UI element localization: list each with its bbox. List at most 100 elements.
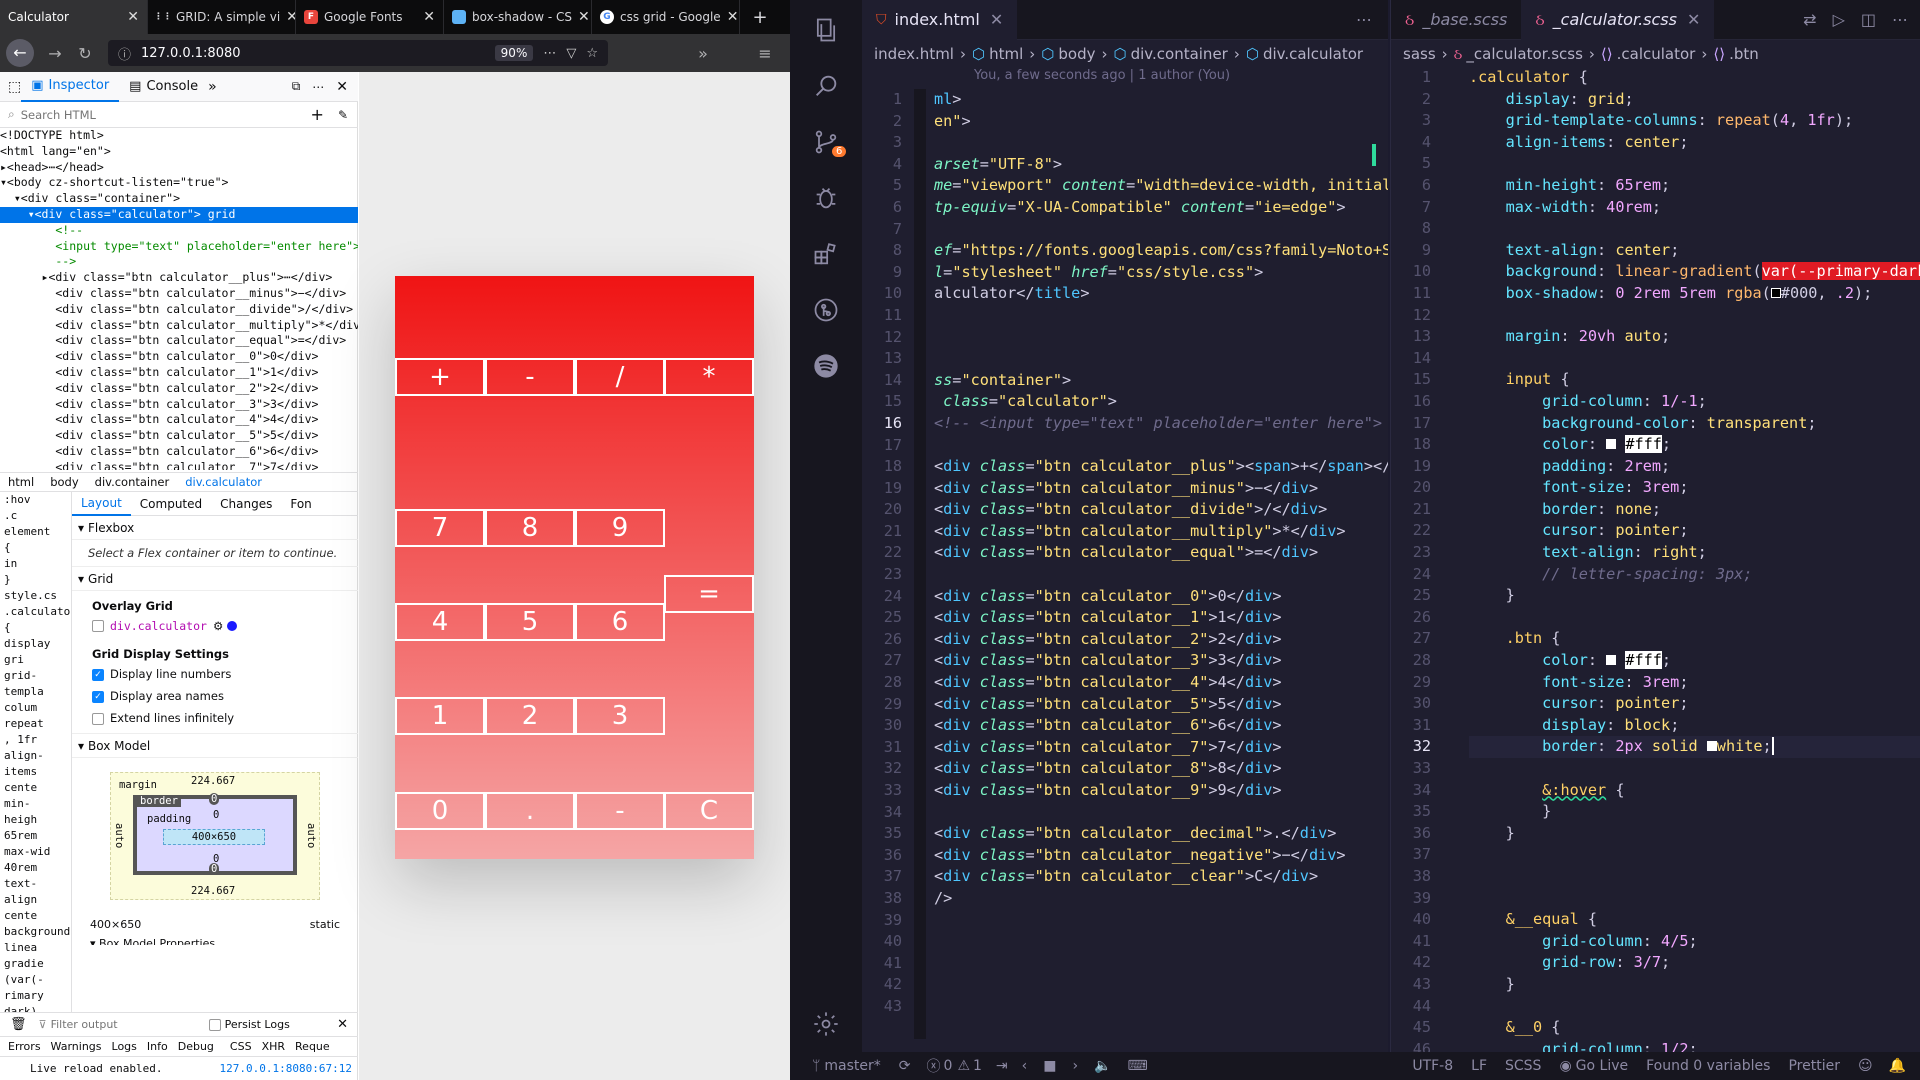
checkbox-checked[interactable]: ✓ [92, 690, 104, 703]
forward-icon[interactable]: → [42, 44, 68, 63]
tree-node[interactable]: ▸<head>⋯</head> [0, 160, 358, 176]
filter-errors[interactable]: Errors [8, 1040, 41, 1053]
tree-node[interactable]: <input type="text" placeholder="enter he… [0, 239, 358, 255]
breadcrumb-item[interactable]: index.html [874, 45, 954, 63]
eyedropper-icon[interactable]: ✎ [338, 108, 348, 122]
flexbox-section-header[interactable]: ▾ Flexbox [72, 516, 358, 540]
breadcrumb-item[interactable]: .calculator [1617, 45, 1696, 63]
tree-node[interactable]: --> [0, 254, 358, 270]
setting-extend-lines[interactable]: Extend lines infinitely [72, 707, 358, 734]
breadcrumb-item[interactable]: div.calculator [185, 475, 262, 489]
compare-icon[interactable]: ⇄ [1803, 10, 1816, 29]
tree-node[interactable]: ▾<body cz-shortcut-listen="true"> [0, 175, 358, 191]
filter-logs[interactable]: Logs [112, 1040, 137, 1053]
language-mode[interactable]: SCSS [1505, 1058, 1541, 1074]
breadcrumb-item[interactable]: html [8, 475, 34, 489]
breadcrumb-item[interactable]: _calculator.scss [1466, 45, 1583, 63]
digit-9-button[interactable]: 9 [575, 509, 665, 547]
error-icon[interactable]: ⓧ [927, 1056, 941, 1076]
minus-button[interactable]: - [485, 358, 575, 396]
tab-index-html[interactable]: ⛉ index.html ✕ [862, 0, 1018, 40]
margin-left-value[interactable]: auto [113, 823, 125, 848]
run-icon[interactable]: ▷ [1833, 10, 1845, 29]
filter-info[interactable]: Info [147, 1040, 168, 1053]
menu-icon[interactable]: ≡ [752, 44, 778, 63]
encoding[interactable]: UTF-8 [1412, 1058, 1453, 1074]
element-picker-icon[interactable]: ⬚ [8, 79, 21, 95]
digit-1-button[interactable]: 1 [395, 697, 485, 735]
tree-node[interactable]: ▸<div class="btn calculator__plus">⋯</di… [0, 270, 358, 286]
tree-node[interactable]: <div class="btn calculator__3">3</div> [0, 397, 358, 413]
page-actions-icon[interactable]: ⋯ [543, 46, 556, 61]
variables-status[interactable]: Found 0 variables [1646, 1058, 1770, 1074]
filter-requests[interactable]: Reque [295, 1040, 330, 1053]
filter-css[interactable]: CSS [230, 1040, 252, 1053]
more-actions-icon[interactable]: ⋯ [1356, 10, 1372, 29]
keyboard-icon[interactable]: ⌨ [1128, 1058, 1148, 1074]
checkbox-checked[interactable]: ✓ [92, 668, 104, 681]
close-icon[interactable]: ✕ [1687, 10, 1700, 29]
overlay-checkbox[interactable] [92, 620, 104, 632]
breadcrumb-item[interactable]: body [1058, 45, 1095, 63]
chevron-left-icon[interactable]: ‹ [1022, 1058, 1028, 1074]
color-swatch[interactable] [227, 621, 238, 631]
divide-button[interactable]: / [575, 358, 665, 396]
error-count[interactable]: 0 [944, 1058, 953, 1074]
close-icon[interactable]: ✕ [280, 9, 295, 25]
setting-area-names[interactable]: ✓ Display area names [72, 685, 358, 707]
close-icon[interactable]: ✕ [121, 9, 139, 25]
margin-right-value[interactable]: auto [305, 823, 317, 848]
reload-icon[interactable]: ↻ [72, 44, 98, 63]
debug-icon[interactable] [790, 170, 862, 226]
setting-line-numbers[interactable]: ✓ Display line numbers [72, 663, 358, 685]
volume-icon[interactable]: 🔈 [1094, 1058, 1111, 1074]
console-filter-input[interactable] [50, 1018, 201, 1031]
decimal-button[interactable]: . [485, 792, 575, 830]
html-search-input[interactable] [20, 107, 281, 122]
close-icon[interactable]: ✕ [990, 10, 1003, 29]
content-box[interactable]: 400×650 [163, 829, 265, 845]
go-live-button[interactable]: Go Live [1576, 1058, 1628, 1074]
tree-node[interactable]: <div class="btn calculator__4">4</div> [0, 412, 358, 428]
multiply-button[interactable]: * [664, 358, 754, 396]
branch-name[interactable]: master* [824, 1058, 880, 1074]
border-bottom-value[interactable]: 0 [209, 863, 220, 875]
warning-count[interactable]: 1 [973, 1058, 982, 1074]
browser-tab-grid[interactable]: ⋮⋮ GRID: A simple vi ✕ [148, 0, 296, 34]
breadcrumb-item[interactable]: html [989, 45, 1023, 63]
close-icon[interactable]: ✕ [337, 1017, 348, 1032]
code-editor-right[interactable]: 1 2 3 4 5 6 7 8 9 10 11 12 13 14 15 16 17 18 19 20 21 22 23 24 2… [1391, 67, 1920, 1052]
extensions-icon[interactable] [790, 226, 862, 282]
filter-debug[interactable]: Debug [178, 1040, 214, 1053]
url-bar[interactable]: ⓘ 127.0.0.1:8080 90% ⋯ ▽ ☆ [108, 40, 608, 66]
tab-base-scss[interactable]: ઠ _base.scss [1391, 0, 1521, 40]
browser-tab-google-fonts[interactable]: F Google Fonts ✕ [296, 0, 444, 34]
add-node-icon[interactable]: + [311, 105, 324, 124]
persist-logs-checkbox[interactable] [208, 1018, 221, 1031]
git-branch-icon[interactable]: ᛘ [812, 1058, 820, 1074]
tree-node[interactable]: <!DOCTYPE html> [0, 128, 358, 144]
digit-2-button[interactable]: 2 [485, 697, 575, 735]
breadcrumb-item[interactable]: div.calculator [1263, 45, 1363, 63]
digit-6-button[interactable]: 6 [575, 603, 665, 641]
source-control-icon[interactable]: 6 [790, 114, 862, 170]
digit-5-button[interactable]: 5 [485, 603, 575, 641]
bell-icon[interactable]: 🔔 [1889, 1058, 1906, 1074]
clear-button[interactable]: C [664, 792, 754, 830]
breadcrumb-item[interactable]: body [50, 475, 78, 489]
prettier-status[interactable]: Prettier [1788, 1058, 1840, 1074]
git-blame-lens[interactable]: You, a few seconds ago | 1 author (You) [862, 68, 1388, 88]
tree-node[interactable]: <div class="btn calculator__6">6</div> [0, 444, 358, 460]
tab-computed[interactable]: Computed [131, 492, 211, 516]
broadcast-icon[interactable]: ◉ [1559, 1058, 1571, 1074]
margin-top-value[interactable]: 224.667 [191, 775, 235, 787]
warning-icon[interactable]: ⚠ [957, 1058, 970, 1074]
negative-button[interactable]: - [575, 792, 665, 830]
tree-node[interactable]: <!-- [0, 223, 358, 239]
feedback-icon[interactable]: ☺ [1858, 1058, 1873, 1074]
git-graph-icon[interactable] [790, 282, 862, 338]
close-icon[interactable]: ✕ [572, 9, 590, 25]
tab-layout[interactable]: Layout [72, 492, 131, 516]
tree-node[interactable]: <div class="btn calculator__equal">=</di… [0, 333, 358, 349]
tree-node[interactable]: ▾<div class="container"> [0, 191, 358, 207]
